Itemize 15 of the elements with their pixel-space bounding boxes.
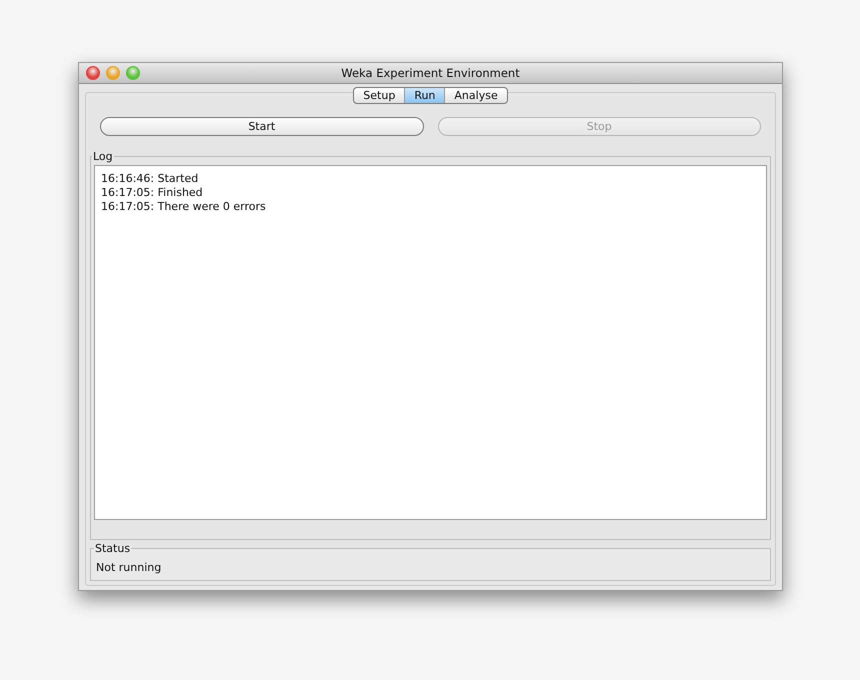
tab[interactable]: Setup bbox=[354, 88, 404, 103]
group-label: Status bbox=[94, 542, 132, 555]
group-label: Log bbox=[92, 150, 114, 163]
log-line: 16:16:46: Started bbox=[101, 172, 200, 186]
log-line: 16:17:05: Finished bbox=[101, 186, 204, 200]
status-text: Not running bbox=[96, 561, 162, 574]
tab[interactable]: Run bbox=[404, 88, 444, 103]
log-area[interactable]: 16:16:46: Started 16:17:05: Finished 16:17:05: There were 0 errors bbox=[94, 165, 767, 520]
log-line: 16:17:05: There were 0 errors bbox=[101, 200, 267, 214]
window-title: Weka Experiment Environment bbox=[341, 66, 520, 80]
close-icon[interactable] bbox=[86, 66, 100, 80]
start-button[interactable]: Start bbox=[100, 117, 424, 136]
zoom-icon[interactable] bbox=[126, 66, 140, 80]
minimize-icon[interactable] bbox=[106, 66, 120, 80]
tab[interactable]: Analyse bbox=[444, 88, 507, 103]
